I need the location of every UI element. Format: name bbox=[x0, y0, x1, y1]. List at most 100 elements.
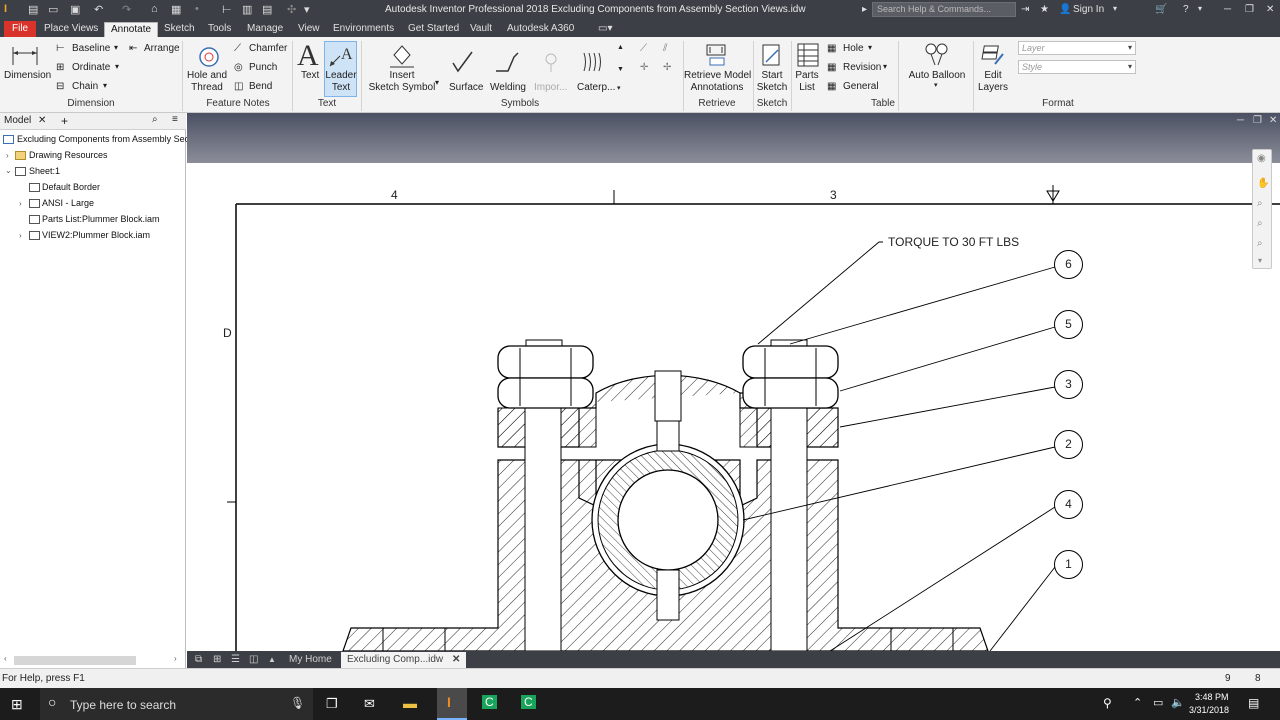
symbols-scroll-up-icon[interactable]: ▲ bbox=[617, 44, 624, 51]
help-icon[interactable]: ? bbox=[1183, 4, 1189, 15]
import-symbol-button[interactable]: Impor... bbox=[534, 82, 567, 93]
sketch-symbol-dropdown-icon[interactable]: ▾ bbox=[435, 78, 439, 87]
expand-icon[interactable]: › bbox=[19, 199, 22, 208]
navbar-options-icon[interactable]: ▾ bbox=[1258, 256, 1262, 265]
layer-combo[interactable]: Layer ▾ bbox=[1018, 41, 1136, 55]
tab-autodesk-a360[interactable]: Autodesk A360 bbox=[501, 22, 580, 37]
symbols-scroll-down-icon[interactable]: ▼ bbox=[617, 66, 624, 73]
centerline-icon[interactable]: ⫽ bbox=[663, 43, 667, 54]
inventor-taskbar-button[interactable]: I bbox=[437, 688, 467, 720]
tab-annotate[interactable]: Annotate bbox=[104, 22, 159, 37]
clock-time[interactable]: 3:48 PM bbox=[1195, 692, 1229, 702]
minimize-icon[interactable]: ─ bbox=[1224, 4, 1231, 15]
browser-root[interactable]: Excluding Components from Assembly Secti bbox=[17, 134, 194, 144]
centermark-icon[interactable]: ⟋ bbox=[640, 43, 647, 54]
chamfer-button[interactable]: Chamfer bbox=[249, 43, 287, 54]
maximize-icon[interactable]: ❐ bbox=[1245, 4, 1254, 15]
zoom-icon[interactable]: ⌕ bbox=[1257, 198, 1263, 209]
redo-icon[interactable]: ↷ bbox=[122, 3, 131, 16]
sign-in-dropdown-icon[interactable]: ▾ bbox=[1113, 4, 1117, 13]
browser-horizontal-scrollbar[interactable]: ‹ › bbox=[4, 654, 180, 666]
graphics-window[interactable]: ─ ❐ ✕ 4 3 D TORQUE TO 30 FT LBS 6 5 3 2 … bbox=[187, 113, 1280, 651]
browser-search-icon[interactable]: ⌕ bbox=[152, 114, 158, 125]
centered-pattern-icon[interactable]: ✢ bbox=[663, 62, 671, 73]
model-tab[interactable]: Model bbox=[4, 115, 31, 126]
action-center-icon[interactable]: ▤ bbox=[1248, 696, 1259, 710]
viewport-minimize-icon[interactable]: ─ bbox=[1237, 115, 1244, 126]
doc-tab-my-home[interactable]: My Home bbox=[283, 652, 338, 668]
save-icon[interactable]: ▣ bbox=[70, 3, 80, 16]
home-icon[interactable]: ⌂ bbox=[151, 3, 158, 15]
zoom-window-icon[interactable]: ⌕ bbox=[1257, 238, 1263, 249]
taskbar-search[interactable]: ○ Type here to search 🎙 bbox=[40, 688, 313, 720]
surface-button[interactable]: Surface bbox=[449, 82, 483, 93]
auto-balloon-dropdown-icon[interactable]: ▾ bbox=[934, 81, 938, 89]
doc-tab-close-icon[interactable]: ✕ bbox=[452, 654, 460, 665]
favorites-star-icon[interactable]: ★ bbox=[1040, 4, 1049, 15]
select-icon[interactable]: • bbox=[195, 3, 199, 15]
browser-close-icon[interactable]: ✕ bbox=[38, 115, 46, 126]
tab-get-started[interactable]: Get Started bbox=[402, 22, 465, 37]
expand-icon[interactable]: › bbox=[6, 151, 9, 160]
ribbon-options-icon[interactable]: ▭▾ bbox=[592, 22, 618, 37]
arrange-button[interactable]: Arrange bbox=[144, 43, 180, 54]
welding-button[interactable]: Welding bbox=[490, 82, 526, 93]
tab-place-views[interactable]: Place Views bbox=[38, 22, 104, 37]
expand-icon[interactable]: › bbox=[19, 231, 22, 240]
scroll-right-icon[interactable]: › bbox=[174, 654, 177, 663]
tray-expand-icon[interactable]: ⌃ bbox=[1133, 696, 1142, 709]
tab-view[interactable]: View bbox=[292, 22, 326, 37]
taskbar-search-input[interactable]: Type here to search bbox=[70, 698, 176, 712]
clock-date[interactable]: 3/31/2018 bbox=[1189, 705, 1229, 715]
hole-table-button[interactable]: Hole bbox=[843, 43, 864, 54]
symbols-more-icon[interactable]: ▾ bbox=[617, 84, 621, 92]
start-sketch-button[interactable]: Start Sketch bbox=[756, 70, 788, 94]
caterpillar-button[interactable]: Caterp... bbox=[577, 82, 615, 93]
browser-menu-icon[interactable]: ≡ bbox=[172, 114, 178, 125]
tab-file[interactable]: File bbox=[4, 21, 37, 37]
quick-access-dropdown-icon[interactable]: ▾ bbox=[304, 3, 310, 16]
edit-layers-button[interactable]: Edit Layers bbox=[976, 70, 1010, 94]
browser-item-sheet[interactable]: Sheet:1 bbox=[29, 166, 60, 176]
punch-button[interactable]: Punch bbox=[249, 62, 277, 73]
import-symbol-icon[interactable] bbox=[538, 49, 564, 73]
tab-tools[interactable]: Tools bbox=[202, 22, 237, 37]
scroll-thumb[interactable] bbox=[14, 656, 136, 665]
task-view-icon[interactable]: ❐ bbox=[326, 696, 338, 712]
windows-start-icon[interactable]: ⊞ bbox=[11, 696, 23, 713]
app-store-icon[interactable]: 🛒 bbox=[1155, 4, 1167, 15]
torque-note[interactable]: TORQUE TO 30 FT LBS bbox=[888, 235, 1019, 249]
browser-add-icon[interactable]: + bbox=[61, 114, 68, 128]
bend-button[interactable]: Bend bbox=[249, 81, 272, 92]
mail-icon[interactable]: ✉ bbox=[364, 696, 375, 712]
layout-icon[interactable]: ▤ bbox=[262, 3, 272, 16]
browser-item-ansi-large[interactable]: ANSI - Large bbox=[42, 198, 94, 208]
people-icon[interactable]: ⚲ bbox=[1103, 696, 1112, 710]
scroll-left-icon[interactable]: ‹ bbox=[4, 654, 7, 663]
file-explorer-icon[interactable]: ▬ bbox=[403, 695, 417, 711]
tab-environments[interactable]: Environments bbox=[327, 22, 400, 37]
steering-wheel-icon[interactable]: ◉ bbox=[1257, 153, 1266, 164]
hole-table-dropdown-icon[interactable]: ▾ bbox=[868, 43, 872, 52]
revision-table-button[interactable]: Revision bbox=[843, 62, 881, 73]
auto-balloon-button[interactable]: Auto Balloon bbox=[905, 70, 969, 81]
edit-layers-icon[interactable] bbox=[981, 42, 1005, 68]
retrieve-model-button[interactable]: Retrieve Model Annotations bbox=[684, 70, 751, 94]
balloon-4[interactable]: 4 bbox=[1054, 490, 1083, 519]
search-go-icon[interactable]: ⇥ bbox=[1021, 4, 1029, 15]
browser-item-parts-list[interactable]: Parts List:Plummer Block.iam bbox=[42, 214, 160, 224]
retrieve-model-icon[interactable] bbox=[704, 42, 730, 68]
ordinate-dropdown-icon[interactable]: ▾ bbox=[115, 62, 119, 71]
sketch-symbol-icon[interactable] bbox=[388, 43, 416, 69]
zoom-all-icon[interactable]: ⌕ bbox=[1257, 218, 1263, 229]
drawing-sheet[interactable] bbox=[187, 163, 1280, 651]
viewport-restore-icon[interactable]: ❐ bbox=[1253, 115, 1262, 126]
parts-list-icon[interactable] bbox=[796, 42, 820, 68]
style-dropdown-icon[interactable]: ▾ bbox=[1128, 62, 1132, 71]
network-icon[interactable]: ▭ bbox=[1153, 696, 1163, 709]
baseline-button[interactable]: Baseline bbox=[72, 43, 110, 54]
leader-text-icon[interactable]: A bbox=[327, 43, 355, 69]
hole-thread-icon[interactable] bbox=[197, 45, 221, 69]
print-icon[interactable]: ▦ bbox=[171, 3, 181, 16]
hole-thread-button[interactable]: Hole and Thread bbox=[186, 70, 228, 94]
